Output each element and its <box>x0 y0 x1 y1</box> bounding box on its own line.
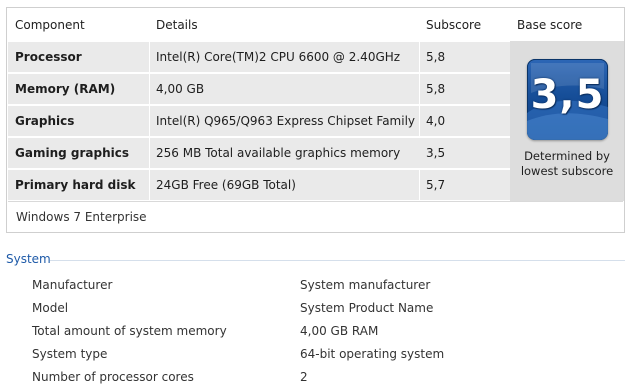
system-label: Number of processor cores <box>32 370 194 384</box>
windows-experience-index-badge-icon: 3,5 <box>527 59 608 140</box>
component-subscore: 4,0 <box>426 114 446 128</box>
component-name: Processor <box>15 50 82 64</box>
score-row-memory: Memory (RAM) 4,00 GB 5,8 <box>8 73 517 104</box>
header-subscore: Subscore <box>426 18 482 32</box>
system-label: System type <box>32 347 108 361</box>
base-score-area: 3,5 Determined by lowest subscore <box>510 41 624 201</box>
component-subscore: 3,5 <box>426 146 446 160</box>
score-row-processor: Processor Intel(R) Core(TM)2 CPU 6600 @ … <box>8 41 517 72</box>
score-row-hard-disk: Primary hard disk 24GB Free (69GB Total)… <box>8 169 517 200</box>
component-name: Primary hard disk <box>15 178 136 192</box>
header-details: Details <box>156 18 198 32</box>
system-value: System Product Name <box>300 301 434 315</box>
windows-edition: Windows 7 Enterprise <box>8 201 623 232</box>
component-details: Intel(R) Core(TM)2 CPU 6600 @ 2.40GHz <box>156 50 401 64</box>
system-value: 2 <box>300 370 308 384</box>
component-name: Memory (RAM) <box>15 82 116 96</box>
base-score-caption: Determined by lowest subscore <box>510 149 624 179</box>
system-value: 64-bit operating system <box>300 347 445 361</box>
component-details: Intel(R) Q965/Q963 Express Chipset Famil… <box>156 114 416 128</box>
section-divider <box>50 260 625 261</box>
score-row-gaming-graphics: Gaming graphics 256 MB Total available g… <box>8 137 517 168</box>
component-subscore: 5,8 <box>426 50 446 64</box>
component-name: Gaming graphics <box>15 146 129 160</box>
component-subscore: 5,8 <box>426 82 446 96</box>
system-value: System manufacturer <box>300 278 431 292</box>
caption-line-1: Determined by <box>524 149 610 163</box>
component-details: 256 MB Total available graphics memory <box>156 146 401 160</box>
header-base-score: Base score <box>517 18 583 32</box>
score-row-graphics: Graphics Intel(R) Q965/Q963 Express Chip… <box>8 105 517 136</box>
base-score-value: 3,5 <box>530 72 605 118</box>
section-title-system: System <box>6 252 51 266</box>
score-panel: Component Details Subscore Base score Pr… <box>6 7 625 233</box>
system-label: Manufacturer <box>32 278 113 292</box>
component-details: 24GB Free (69GB Total) <box>156 178 296 192</box>
component-name: Graphics <box>15 114 75 128</box>
component-details: 4,00 GB <box>156 82 205 96</box>
system-label: Model <box>32 301 69 315</box>
caption-line-2: lowest subscore <box>520 164 614 178</box>
system-value: 4,00 GB RAM <box>300 324 379 338</box>
header-component: Component <box>15 18 85 32</box>
component-subscore: 5,7 <box>426 178 446 192</box>
system-label: Total amount of system memory <box>32 324 227 338</box>
